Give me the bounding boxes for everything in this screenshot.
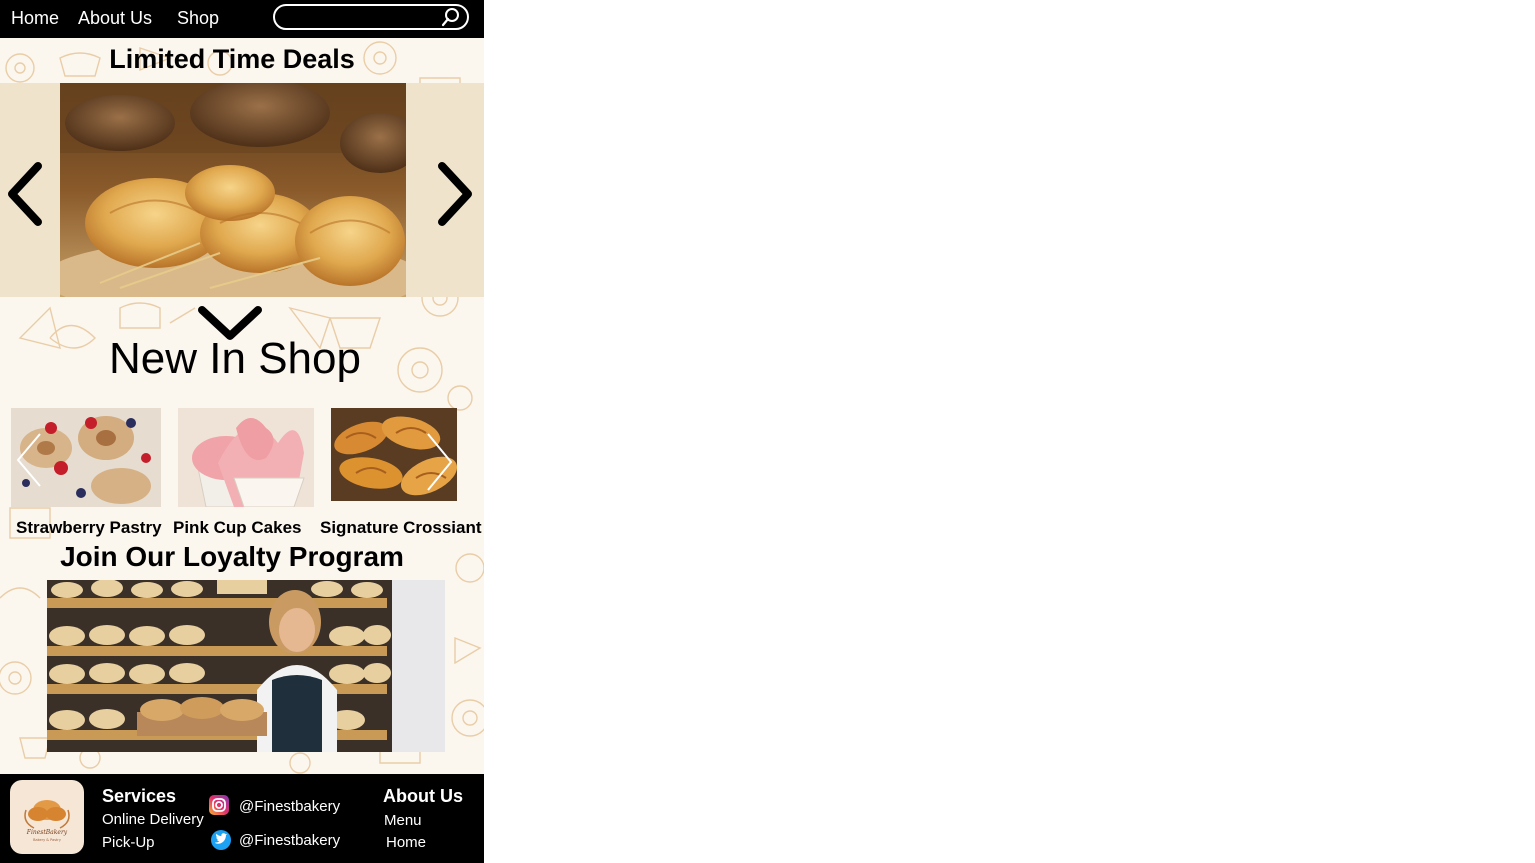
- instagram-handle[interactable]: @Finestbakery: [239, 798, 340, 815]
- search-icon[interactable]: [441, 7, 461, 27]
- site-footer: FinestBakery Bakery & Pastry Services On…: [0, 774, 484, 863]
- search-box: [273, 4, 469, 30]
- footer-menu-link[interactable]: Menu: [384, 812, 422, 829]
- new-in-shop-heading: New In Shop: [109, 334, 361, 383]
- service-online-delivery[interactable]: Online Delivery: [102, 811, 204, 828]
- nav-shop-link[interactable]: Shop: [177, 8, 219, 29]
- footer-home-link[interactable]: Home: [386, 834, 426, 851]
- carousel-next-icon[interactable]: [436, 160, 476, 228]
- nav-home-link[interactable]: Home: [11, 8, 59, 29]
- croissants-basket-image: [60, 83, 406, 297]
- logo-subtext: Bakery & Pastry: [33, 838, 61, 842]
- top-navigation-bar: Home About Us Shop: [0, 0, 484, 38]
- product-name-pink-cup-cakes[interactable]: Pink Cup Cakes: [173, 518, 302, 538]
- deals-heading: Limited Time Deals: [109, 44, 355, 74]
- product-name-strawberry-pastry[interactable]: Strawberry Pastry: [16, 518, 162, 538]
- product-name-signature-crossiant[interactable]: Signature Crossiant: [320, 518, 482, 538]
- bakery-logo-icon: FinestBakery Bakery & Pastry: [24, 800, 70, 842]
- services-heading: Services: [102, 786, 177, 806]
- twitter-icon[interactable]: [210, 829, 232, 851]
- products-prev-icon[interactable]: [14, 432, 44, 488]
- loyalty-heading: Join Our Loyalty Program: [60, 541, 404, 572]
- about-us-heading[interactable]: About Us: [383, 786, 463, 807]
- service-pick-up[interactable]: Pick-Up: [102, 834, 155, 851]
- nav-about-link[interactable]: About Us: [78, 8, 152, 29]
- bakery-app: Home About Us Shop Limited Time Deals Ne…: [0, 0, 484, 863]
- logo-brand-text: FinestBakery: [26, 829, 68, 836]
- pink-cup-cakes-image[interactable]: [178, 408, 314, 507]
- finest-bakery-logo[interactable]: FinestBakery Bakery & Pastry: [10, 780, 84, 854]
- instagram-icon[interactable]: [208, 794, 230, 816]
- carousel-prev-icon[interactable]: [4, 160, 44, 228]
- baker-woman-image[interactable]: [47, 580, 445, 752]
- twitter-handle[interactable]: @Finestbakery: [239, 832, 340, 849]
- search-input[interactable]: [285, 8, 439, 28]
- products-next-icon[interactable]: [424, 432, 454, 492]
